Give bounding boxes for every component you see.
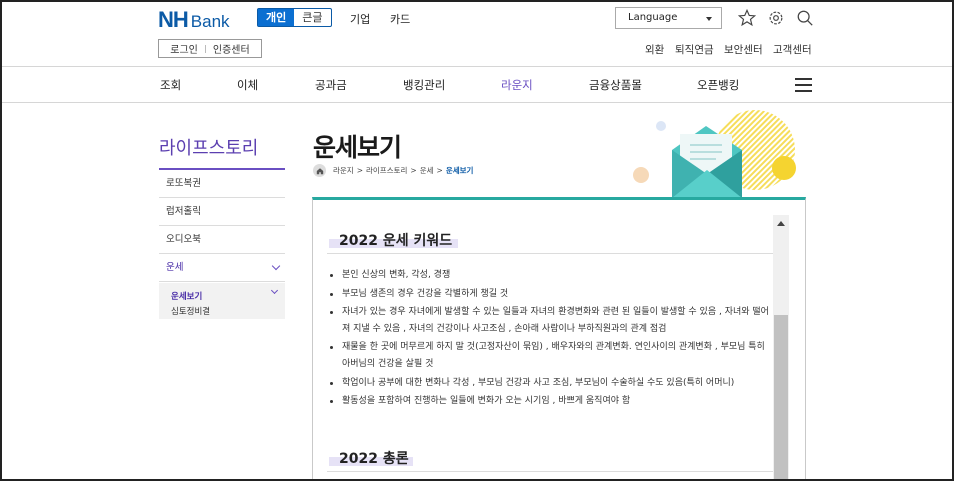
sidebar-item-audiobook[interactable]: 오디오북	[159, 226, 285, 254]
personal-largefont-toggle[interactable]: 개인 큰글	[257, 8, 332, 27]
list-item: 부모님 생존의 경우 건강을 각별하게 챙길 것	[330, 286, 770, 303]
nav-transfer[interactable]: 이체	[237, 77, 258, 93]
section-title-overview: 2022 총론	[339, 451, 409, 467]
nav-inquiry[interactable]: 조회	[160, 77, 181, 93]
sidebar-title: 라이프스토리	[159, 138, 259, 159]
page-title: 운세보기	[313, 133, 402, 162]
login-link[interactable]: 로그인	[170, 41, 198, 56]
breadcrumb-item[interactable]: 라운지	[333, 165, 354, 176]
breadcrumb-item[interactable]: 라이프스토리	[366, 165, 407, 176]
sidebar-item-lotto[interactable]: 로또복권	[159, 170, 285, 198]
nh-bank-logo[interactable]: NH Bank	[158, 7, 230, 33]
menu-card[interactable]: 카드	[390, 11, 410, 27]
list-item: 재물을 한 곳에 머무르게 하지 말 것(고정자산이 묶임) , 배우자와의 관…	[330, 339, 770, 373]
section-title-keywords: 2022 운세 키워드	[339, 233, 453, 249]
scroll-up-arrow-icon[interactable]	[777, 221, 785, 226]
list-item: 활동성을 포함하여 진행하는 일들에 변화가 오는 시기임 , 바쁘게 움직여야…	[330, 393, 770, 410]
language-select[interactable]: Language	[615, 7, 722, 29]
section-divider	[327, 253, 773, 254]
top-header: NH Bank 개인 큰글 기업 카드 Language 로그인 인증센터 외환…	[0, 0, 954, 67]
nav-product-mall[interactable]: 금융상품몰	[589, 77, 642, 93]
breadcrumb-current: 운세보기	[445, 166, 474, 175]
content-scrollbar[interactable]	[773, 215, 789, 481]
cert-center-link[interactable]: 인증센터	[213, 41, 250, 56]
scrollbar-thumb[interactable]	[774, 315, 788, 481]
chevron-down-icon	[271, 261, 281, 271]
nav-lounge[interactable]: 라운지	[501, 77, 533, 93]
gear-icon[interactable]	[767, 9, 785, 27]
list-item: 본인 신상의 변화, 각성, 경쟁	[330, 267, 770, 284]
sidebar-item-fortune-label: 운세	[166, 262, 184, 273]
util-link-fx[interactable]: 외환	[645, 42, 664, 57]
hamburger-menu-icon[interactable]	[795, 78, 812, 92]
nav-banking-mgmt[interactable]: 뱅킹관리	[403, 77, 445, 93]
list-item: 학업이나 공부에 대한 변화나 각성 , 부모님 건강과 사고 조심, 부모님이…	[330, 375, 770, 392]
menu-corporate[interactable]: 기업	[350, 11, 370, 27]
language-label: Language	[628, 12, 678, 23]
star-icon[interactable]	[738, 9, 756, 27]
nav-open-banking[interactable]: 오픈뱅킹	[697, 77, 739, 93]
logo-nh: NH	[158, 7, 189, 32]
caret-down-icon	[706, 17, 712, 21]
util-link-security[interactable]: 보안센터	[724, 42, 763, 57]
home-icon[interactable]	[313, 164, 326, 177]
nav-utility[interactable]: 공과금	[315, 77, 347, 93]
sidebar-item-fortune[interactable]: 운세	[159, 254, 285, 282]
divider	[204, 44, 206, 53]
search-icon[interactable]	[796, 9, 814, 27]
submenu-fortune-view[interactable]: 운세보기	[171, 290, 202, 302]
util-link-customer[interactable]: 고객센터	[773, 42, 812, 57]
sidebar-item-puzzle[interactable]: 럽저홀릭	[159, 198, 285, 226]
main-nav: 조회 이체 공과금 뱅킹관리 라운지 금융상품몰 오픈뱅킹	[0, 67, 954, 103]
segment-large-font[interactable]: 큰글	[294, 9, 330, 26]
submenu-tojeong[interactable]: 심토정비결	[171, 305, 210, 317]
envelope-illustration	[633, 110, 796, 198]
breadcrumb: 라운지 > 라이프스토리 > 운세 > 운세보기	[313, 164, 473, 177]
logo-bank: Bank	[190, 12, 230, 31]
segment-personal[interactable]: 개인	[258, 9, 295, 26]
breadcrumb-item[interactable]: 운세	[420, 165, 434, 176]
section-divider	[327, 471, 773, 472]
util-link-pension[interactable]: 퇴직연금	[675, 42, 714, 57]
list-item: 자녀가 있는 경우 자녀에게 발생할 수 있는 일들과 자녀의 환경변화와 관련…	[330, 304, 770, 338]
login-cert-box: 로그인 인증센터	[158, 39, 262, 58]
